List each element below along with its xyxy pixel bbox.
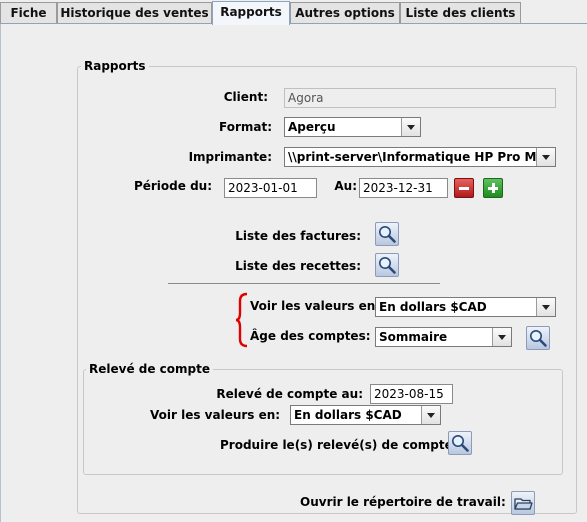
chevron-down-icon[interactable] bbox=[492, 328, 511, 346]
folder-icon bbox=[514, 498, 533, 510]
magnifier-icon bbox=[452, 435, 469, 452]
printer-select-value: \\print-server\Informatique HP Pro M... bbox=[288, 150, 536, 164]
invoices-preview-button[interactable] bbox=[375, 222, 399, 246]
chevron-down-icon[interactable] bbox=[536, 298, 555, 316]
format-label: Format: bbox=[218, 120, 272, 134]
account-age-preview-button[interactable] bbox=[526, 326, 550, 350]
client-label: Client: bbox=[223, 90, 268, 104]
statement-show-values-select-value: En dollars $CAD bbox=[294, 408, 402, 422]
tab-rapports[interactable]: Rapports bbox=[212, 1, 290, 25]
client-field: Agora bbox=[284, 88, 556, 108]
period-from-field[interactable]: 2023-01-01 bbox=[224, 178, 317, 198]
tab-historique-des-ventes[interactable]: Historique des ventes bbox=[57, 2, 212, 23]
period-from-label: Période du: bbox=[133, 179, 212, 193]
tab-liste-des-clients[interactable]: Liste des clients bbox=[400, 2, 521, 23]
magnifier-icon bbox=[379, 257, 396, 274]
chevron-down-icon[interactable] bbox=[536, 148, 555, 166]
tab-bar: Fiche Historique des ventes Rapports Aut… bbox=[0, 0, 587, 25]
period-to-label: Au: bbox=[334, 179, 357, 193]
remove-period-button[interactable] bbox=[454, 178, 474, 198]
tab-autres-options[interactable]: Autres options bbox=[290, 2, 400, 23]
reports-group-title: Rapports bbox=[81, 59, 149, 73]
show-values-select[interactable]: En dollars $CAD bbox=[375, 297, 556, 317]
statement-produce-button[interactable] bbox=[448, 431, 472, 455]
printer-label: Imprimante: bbox=[188, 150, 272, 164]
red-brace-annotation bbox=[235, 292, 248, 348]
separator-line bbox=[168, 283, 440, 284]
statement-date-label: Relevé de compte au: bbox=[216, 387, 363, 401]
receipts-list-label: Liste des recettes: bbox=[235, 259, 361, 273]
statement-produce-label: Produire le(s) relevé(s) de compte: bbox=[220, 438, 458, 452]
statement-group-title: Relevé de compte bbox=[86, 362, 214, 376]
show-values-label: Voir les valeurs en: bbox=[250, 299, 381, 313]
add-period-button[interactable] bbox=[483, 178, 503, 198]
account-age-select-value: Sommaire bbox=[379, 330, 448, 344]
chevron-down-icon[interactable] bbox=[401, 118, 420, 136]
tab-fiche[interactable]: Fiche bbox=[0, 2, 57, 23]
statement-show-values-select[interactable]: En dollars $CAD bbox=[290, 405, 441, 425]
format-select-value: Aperçu bbox=[288, 120, 336, 134]
invoices-list-label: Liste des factures: bbox=[235, 229, 361, 243]
account-age-label: Âge des comptes: bbox=[250, 329, 371, 343]
show-values-select-value: En dollars $CAD bbox=[379, 300, 487, 314]
period-to-field[interactable]: 2023-12-31 bbox=[359, 178, 448, 198]
statement-date-field[interactable]: 2023-08-15 bbox=[370, 384, 453, 404]
format-select[interactable]: Aperçu bbox=[284, 117, 421, 137]
account-age-select[interactable]: Sommaire bbox=[375, 327, 512, 347]
chevron-down-icon[interactable] bbox=[421, 406, 440, 424]
open-directory-button[interactable] bbox=[511, 491, 535, 515]
magnifier-icon bbox=[379, 226, 396, 243]
receipts-preview-button[interactable] bbox=[375, 253, 399, 277]
statement-show-values-label: Voir les valeurs en: bbox=[150, 408, 281, 422]
magnifier-icon bbox=[530, 330, 547, 347]
printer-select[interactable]: \\print-server\Informatique HP Pro M... bbox=[284, 147, 556, 167]
open-directory-label: Ouvrir le répertoire de travail: bbox=[300, 495, 506, 509]
